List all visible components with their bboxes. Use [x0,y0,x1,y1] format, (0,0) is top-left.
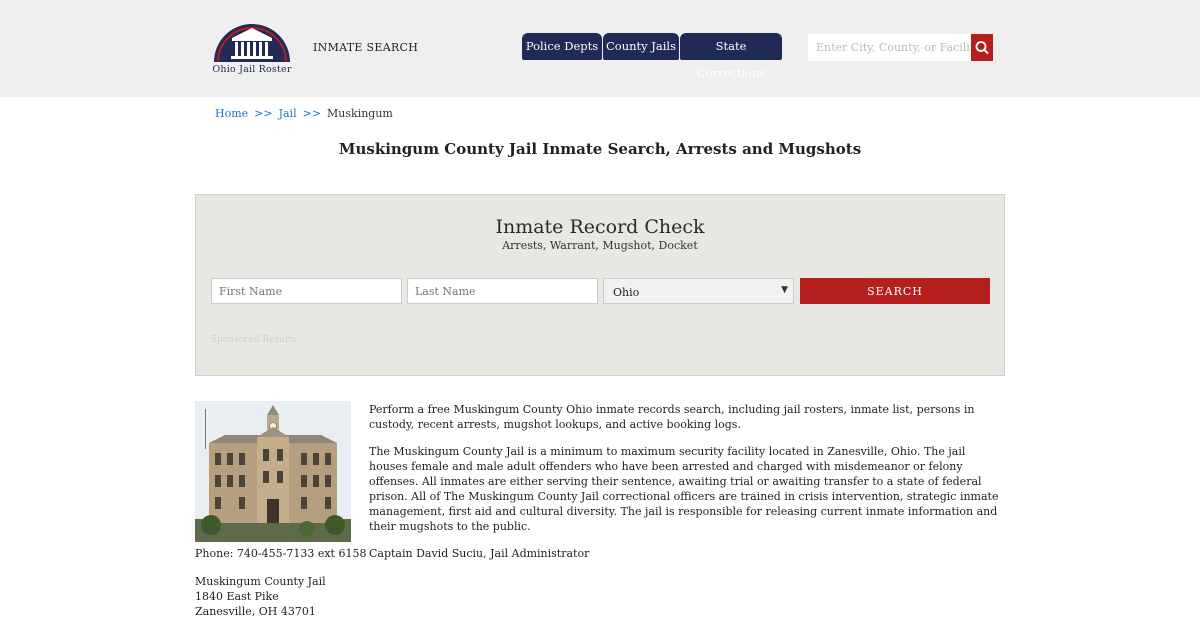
site-header: Ohio Jail Roster INMATE SEARCH Police De… [0,0,1200,97]
courthouse-logo-icon [214,24,290,63]
address-line: Muskingum County Jail [195,575,326,588]
record-search-button[interactable]: SEARCH [800,278,990,304]
breadcrumb-separator: >> [254,107,273,120]
address-line: Zanesville, OH 43701 [195,605,316,618]
facility-search-input[interactable] [808,34,972,61]
breadcrumb-jail[interactable]: Jail [279,107,297,120]
address-line: 1840 East Pike [195,590,279,603]
jail-administrator: Captain David Suciu, Jail Administrator [369,547,590,560]
chevron-down-icon: ▼ [781,285,788,295]
state-select[interactable]: Ohio ▼ [603,278,794,304]
logo-text: Ohio Jail Roster [212,64,292,75]
facility-description: Perform a free Muskingum County Ohio inm… [369,402,1001,573]
nav-tab-police-depts[interactable]: Police Depts [522,33,602,60]
description-paragraph: The Muskingum County Jail is a minimum t… [369,445,999,533]
inmate-search-link[interactable]: INMATE SEARCH [313,41,418,54]
facility-search-button[interactable] [971,34,993,61]
description-paragraph: Perform a free Muskingum County Ohio inm… [369,403,975,431]
courthouse-photo-image [195,401,351,542]
breadcrumb-separator: >> [302,107,322,120]
search-icon [975,41,989,55]
state-select-value: Ohio [613,286,640,299]
sponsored-results-label: Sponsored Results [211,335,297,345]
page-title: Muskingum County Jail Inmate Search, Arr… [338,140,862,158]
first-name-field[interactable] [211,278,402,304]
facility-photo [195,401,351,542]
panel-subtitle: Arrests, Warrant, Mugshot, Docket [502,239,698,252]
inmate-record-check-panel: Inmate Record Check Arrests, Warrant, Mu… [195,194,1005,376]
facility-address: Muskingum County Jail 1840 East Pike Zan… [195,574,326,619]
breadcrumb-current: Muskingum [327,107,393,120]
breadcrumb-home[interactable]: Home [215,107,248,120]
facility-phone: Phone: 740-455-7133 ext 6158 [195,547,367,560]
nav-tab-county-jails[interactable]: County Jails [603,33,679,60]
panel-title: Inmate Record Check [495,216,705,238]
site-logo[interactable]: Ohio Jail Roster [206,18,298,78]
breadcrumb: Home >> Jail >> Muskingum [215,107,393,120]
last-name-field[interactable] [407,278,598,304]
nav-tab-state-corrections[interactable]: State Corrections [680,33,782,80]
